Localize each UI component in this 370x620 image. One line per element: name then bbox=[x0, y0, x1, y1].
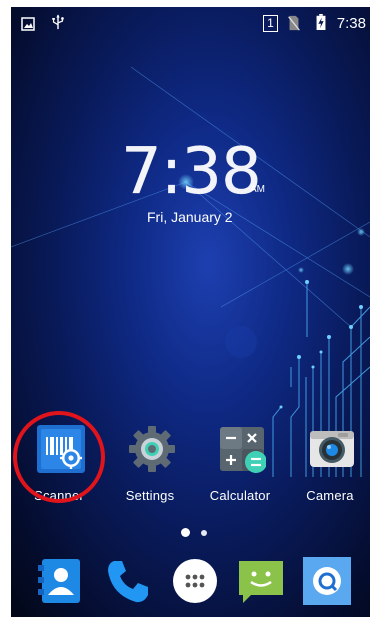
phone-icon[interactable] bbox=[104, 557, 152, 605]
sim-slot-indicator: 1 bbox=[263, 15, 278, 32]
calculator-icon bbox=[220, 427, 266, 473]
status-bar: 1 7:38 bbox=[11, 7, 370, 41]
no-sim-icon bbox=[288, 15, 300, 31]
clock-time: 7:38 bbox=[121, 135, 262, 209]
page-dot-active bbox=[181, 528, 190, 537]
wallpaper bbox=[11, 66, 370, 477]
page-indicator bbox=[181, 528, 221, 538]
camera-icon bbox=[310, 431, 354, 467]
status-time: 7:38 bbox=[336, 15, 366, 32]
app-label-camera: Camera bbox=[306, 488, 354, 503]
messaging-icon[interactable] bbox=[237, 557, 285, 605]
app-camera[interactable]: Camera bbox=[287, 425, 370, 515]
clock-date: Fri, January 2 bbox=[147, 209, 233, 225]
app-calculator[interactable]: Calculator bbox=[197, 425, 283, 515]
battery-charging-icon bbox=[316, 14, 326, 30]
page-dot bbox=[201, 530, 207, 536]
app-settings[interactable]: Settings bbox=[107, 425, 193, 515]
clock-ampm: AM bbox=[250, 184, 265, 195]
home-screen: 1 7:38 7:38 AM Fri, January 2 Scanner Se… bbox=[11, 7, 370, 617]
image-notification-icon bbox=[21, 17, 35, 31]
app-drawer-icon[interactable] bbox=[171, 557, 219, 605]
app-label-settings: Settings bbox=[125, 488, 175, 503]
usb-icon bbox=[52, 14, 64, 30]
highlight-circle bbox=[13, 411, 105, 503]
settings-icon bbox=[129, 426, 175, 472]
browser-icon[interactable] bbox=[303, 557, 351, 605]
app-label-calculator: Calculator bbox=[209, 488, 271, 503]
contacts-icon[interactable] bbox=[36, 557, 84, 605]
